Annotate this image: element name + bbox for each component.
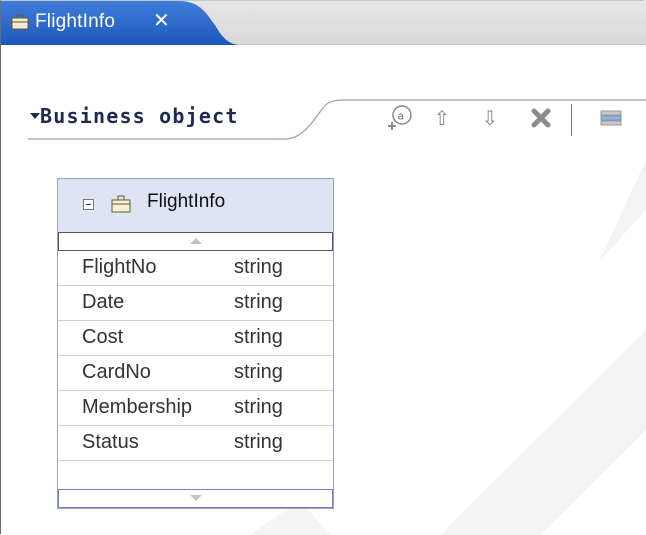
- scroll-down-button[interactable]: [58, 489, 333, 508]
- svg-text:a: a: [398, 110, 405, 123]
- briefcase-icon: [11, 14, 29, 34]
- scroll-up-button[interactable]: [58, 232, 333, 251]
- expand-arrow-icon[interactable]: [30, 113, 40, 119]
- tab-title[interactable]: FlightInfo: [35, 11, 115, 33]
- move-up-icon[interactable]: ⇧: [430, 104, 454, 132]
- attribute-row-empty[interactable]: [58, 461, 333, 489]
- attribute-name: Status: [82, 431, 139, 453]
- section-title: Business object: [40, 104, 239, 128]
- attribute-row[interactable]: FlightNo string: [58, 251, 333, 286]
- briefcase-icon: [111, 195, 131, 217]
- attribute-type: string: [234, 396, 283, 418]
- attribute-type: string: [234, 256, 283, 278]
- layout-icon[interactable]: [598, 104, 624, 132]
- delete-icon[interactable]: [528, 104, 554, 132]
- attribute-row[interactable]: Date string: [58, 286, 333, 321]
- toolbar-separator: [571, 104, 572, 136]
- attribute-name: Membership: [82, 396, 193, 418]
- attribute-row[interactable]: Cost string: [58, 321, 333, 356]
- attribute-name: Date: [82, 291, 125, 313]
- attribute-name: CardNo: [82, 361, 151, 383]
- close-icon[interactable]: ✕: [153, 8, 170, 32]
- add-attribute-icon[interactable]: a: [382, 104, 416, 132]
- attribute-row[interactable]: Membership string: [58, 391, 333, 426]
- attribute-name: FlightNo: [82, 256, 157, 278]
- attribute-row[interactable]: Status string: [58, 426, 333, 461]
- scroll-up-arrow-icon: [190, 238, 202, 244]
- attribute-type: string: [234, 361, 283, 383]
- business-object-box[interactable]: FlightInfo FlightNo string Date string C…: [57, 178, 334, 509]
- scroll-down-arrow-icon: [190, 495, 202, 501]
- attribute-name: Cost: [82, 326, 124, 348]
- attribute-list: FlightNo string Date string Cost string …: [58, 251, 333, 489]
- attribute-type: string: [234, 431, 283, 453]
- editor-tab-bar: FlightInfo ✕: [1, 1, 646, 55]
- attribute-type: string: [234, 291, 283, 313]
- attribute-type: string: [234, 326, 283, 348]
- attribute-row[interactable]: CardNo string: [58, 356, 333, 391]
- move-down-icon[interactable]: ⇩: [478, 104, 502, 132]
- business-object-name: FlightInfo: [147, 191, 226, 212]
- collapse-icon[interactable]: [83, 199, 94, 210]
- business-object-header[interactable]: FlightInfo: [58, 179, 333, 232]
